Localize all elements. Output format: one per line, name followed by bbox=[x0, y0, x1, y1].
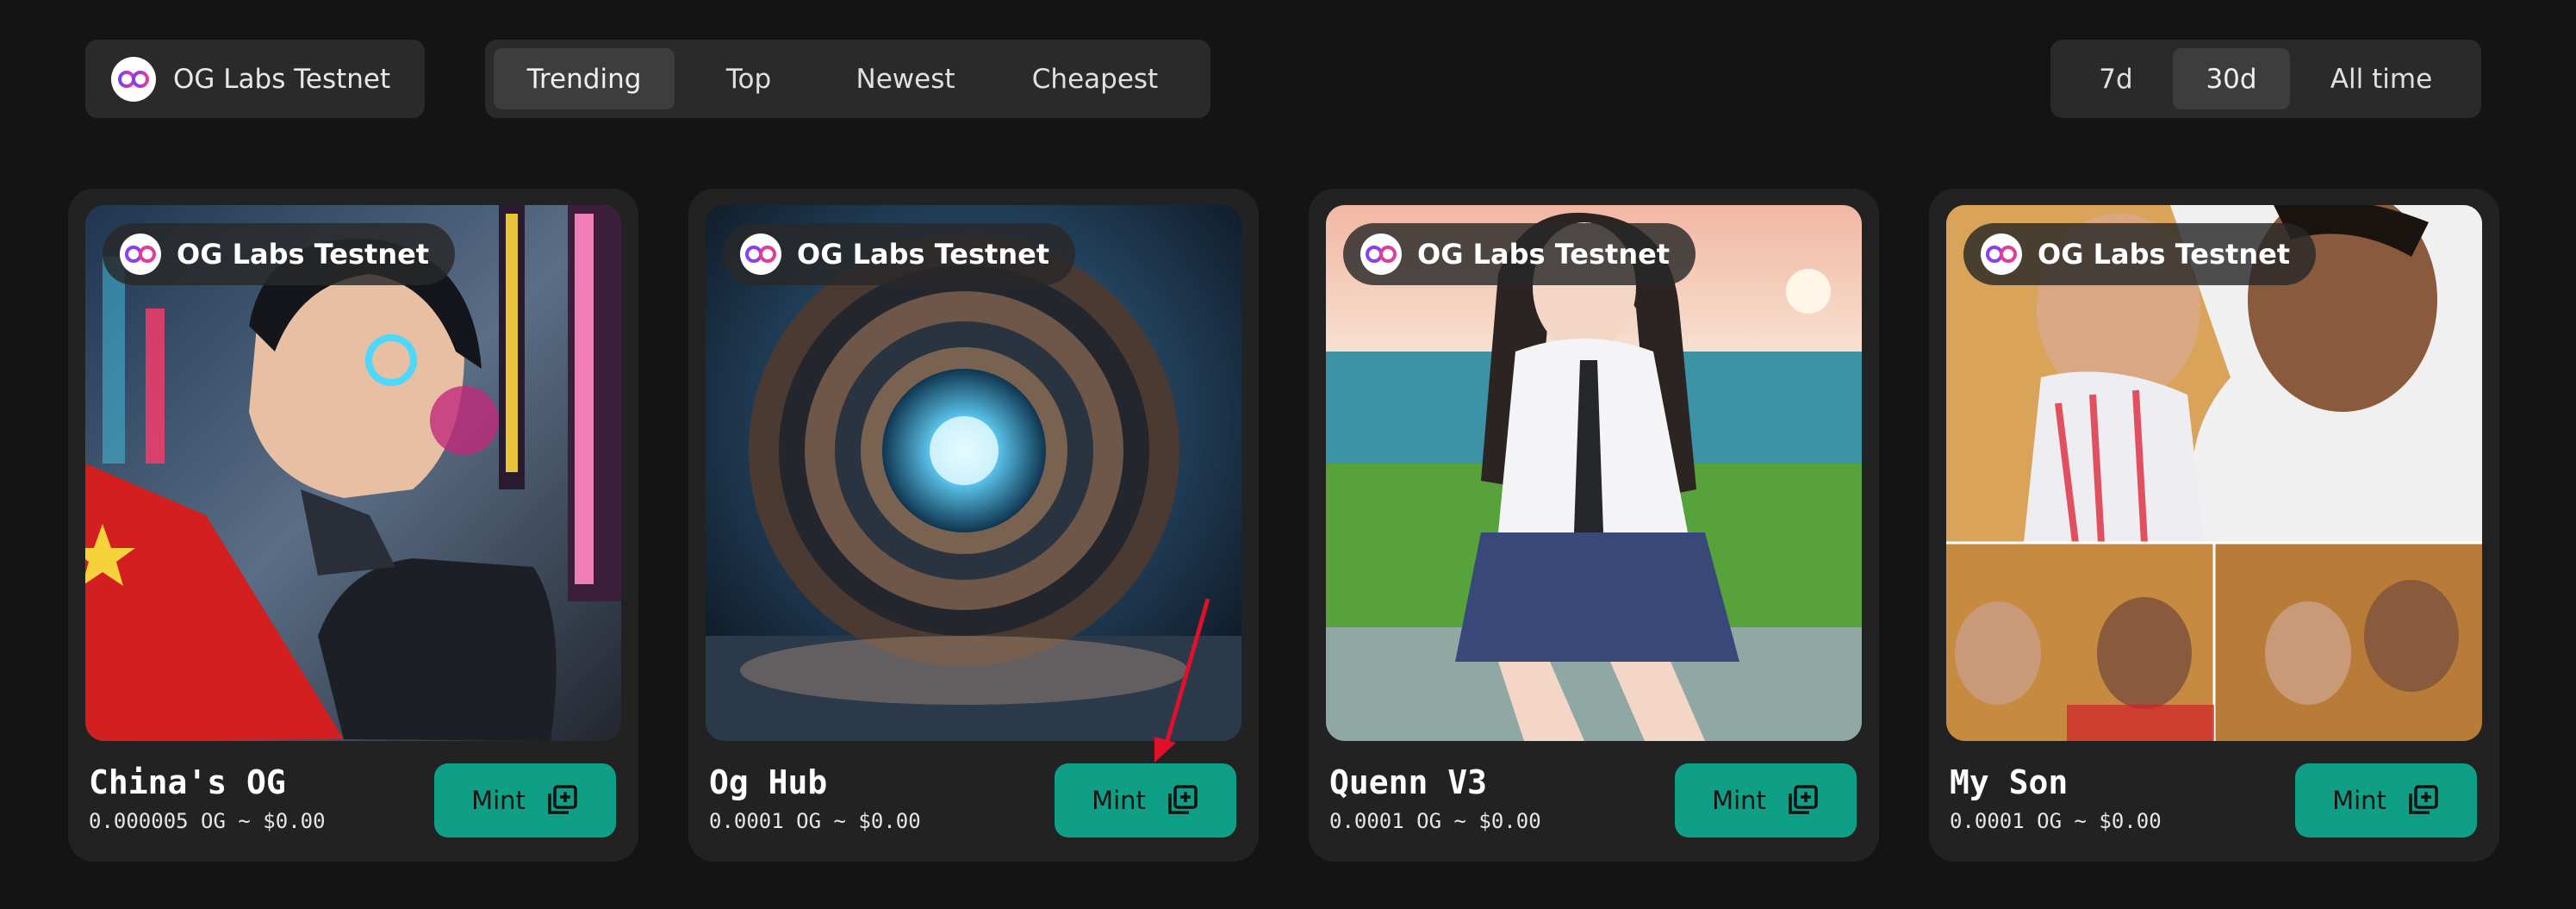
nft-marketplace-page: OG Labs Testnet Trending Top Newest Chea… bbox=[0, 0, 2576, 909]
nft-price: 0.000005 OG ~ $0.00 bbox=[89, 809, 326, 833]
nft-price: 0.0001 OG ~ $0.00 bbox=[1329, 809, 1541, 833]
mint-button[interactable]: Mint bbox=[2295, 763, 2477, 837]
sci-fi-portal-image[interactable]: OG Labs Testnet bbox=[706, 205, 1241, 741]
nft-price: 0.0001 OG ~ $0.00 bbox=[1950, 809, 2162, 833]
nft-title[interactable]: China's OG bbox=[89, 763, 286, 801]
tab-7d[interactable]: 7d bbox=[2059, 48, 2173, 109]
sort-tabs: Trending Top Newest Cheapest bbox=[485, 40, 1210, 118]
og-logo-icon bbox=[111, 56, 156, 102]
network-chip-label: OG Labs Testnet bbox=[177, 238, 430, 271]
tab-30d[interactable]: 30d bbox=[2173, 48, 2290, 109]
nft-title[interactable]: Og Hub bbox=[709, 763, 827, 801]
mint-button-label: Mint bbox=[1092, 786, 1146, 815]
tab-all-time[interactable]: All time bbox=[2290, 48, 2473, 109]
og-logo-icon bbox=[1981, 233, 2022, 275]
mint-button-label: Mint bbox=[2332, 786, 2386, 815]
add-collection-icon bbox=[1168, 785, 1198, 814]
nft-card[interactable]: OG Labs Testnet China's OG 0.000005 OG ~… bbox=[68, 189, 638, 862]
nft-card[interactable]: OG Labs Testnet My Son 0.0001 OG ~ $0.00… bbox=[1929, 189, 2499, 862]
network-chip-label: OG Labs Testnet bbox=[1417, 238, 1671, 271]
cyberpunk-woman-image[interactable]: OG Labs Testnet bbox=[85, 205, 621, 741]
network-chip: OG Labs Testnet bbox=[1343, 223, 1696, 285]
nft-title[interactable]: Quenn V3 bbox=[1329, 763, 1487, 801]
network-chip: OG Labs Testnet bbox=[103, 223, 456, 285]
nft-card[interactable]: OG Labs Testnet Quenn V3 0.0001 OG ~ $0.… bbox=[1309, 189, 1879, 862]
add-collection-icon bbox=[2409, 785, 2438, 814]
mint-button-label: Mint bbox=[1712, 786, 1766, 815]
nft-card[interactable]: OG Labs Testnet Og Hub 0.0001 OG ~ $0.00… bbox=[688, 189, 1259, 862]
tab-trending[interactable]: Trending bbox=[494, 48, 675, 109]
mint-button[interactable]: Mint bbox=[434, 763, 616, 837]
network-chip: OG Labs Testnet bbox=[1963, 223, 2317, 285]
og-logo-icon bbox=[120, 233, 161, 275]
tab-top[interactable]: Top bbox=[675, 48, 823, 109]
network-selector[interactable]: OG Labs Testnet bbox=[85, 40, 425, 118]
tab-newest[interactable]: Newest bbox=[823, 48, 988, 109]
anime-girl-seaside-image[interactable]: OG Labs Testnet bbox=[1326, 205, 1862, 741]
family-photo-collage-image[interactable]: OG Labs Testnet bbox=[1946, 205, 2482, 741]
mint-button-label: Mint bbox=[471, 786, 526, 815]
mint-button[interactable]: Mint bbox=[1055, 763, 1236, 837]
og-logo-icon bbox=[1360, 233, 1402, 275]
tab-cheapest[interactable]: Cheapest bbox=[988, 48, 1202, 109]
add-collection-icon bbox=[548, 785, 577, 814]
network-chip-label: OG Labs Testnet bbox=[797, 238, 1050, 271]
time-range-tabs: 7d 30d All time bbox=[2050, 40, 2481, 118]
nft-title[interactable]: My Son bbox=[1950, 763, 2068, 801]
network-chip-label: OG Labs Testnet bbox=[2038, 238, 2291, 271]
network-label: OG Labs Testnet bbox=[173, 63, 391, 95]
og-logo-icon bbox=[740, 233, 781, 275]
network-chip: OG Labs Testnet bbox=[723, 223, 1076, 285]
add-collection-icon bbox=[1789, 785, 1818, 814]
nft-price: 0.0001 OG ~ $0.00 bbox=[709, 809, 921, 833]
mint-button[interactable]: Mint bbox=[1675, 763, 1857, 837]
